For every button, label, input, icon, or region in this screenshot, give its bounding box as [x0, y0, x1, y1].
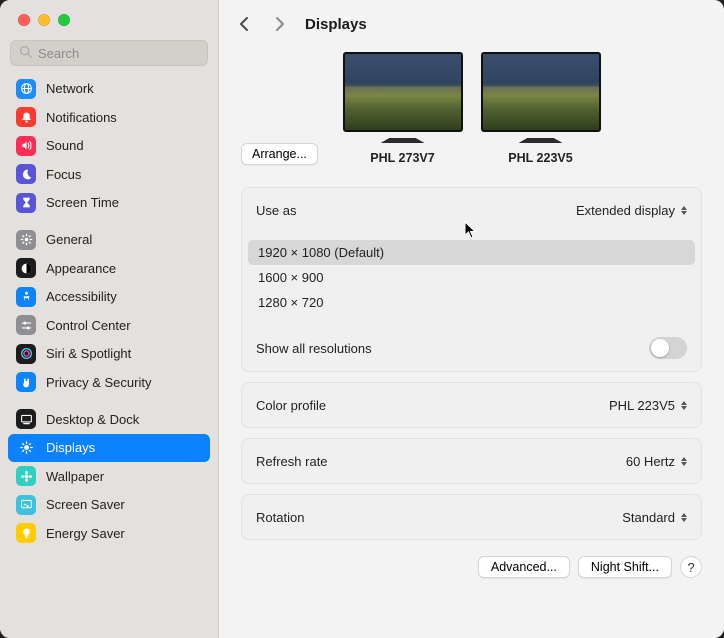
- close-window-button[interactable]: [18, 14, 30, 26]
- sidebar-item-notifications[interactable]: Notifications: [8, 103, 210, 131]
- refresh-rate-row[interactable]: Refresh rate 60 Hertz: [242, 439, 701, 483]
- refresh-rate-select[interactable]: 60 Hertz: [626, 454, 687, 469]
- color-profile-row[interactable]: Color profile PHL 223V5: [242, 383, 701, 427]
- resolution-option[interactable]: 1280 × 720: [248, 290, 695, 315]
- display-label: PHL 223V5: [508, 151, 572, 165]
- sidebar-item-screen-saver[interactable]: Screen Saver: [8, 491, 210, 519]
- sidebar-item-privacy-security[interactable]: Privacy & Security: [8, 368, 210, 396]
- arrange-button[interactable]: Arrange...: [241, 143, 318, 165]
- page-title: Displays: [305, 16, 367, 33]
- speaker-icon: [16, 136, 36, 156]
- help-button[interactable]: ?: [680, 556, 702, 578]
- resolution-list: 1920 × 1080 (Default)1600 × 9001280 × 72…: [242, 232, 701, 325]
- flower-icon: [16, 466, 36, 486]
- sidebar-item-appearance[interactable]: Appearance: [8, 254, 210, 282]
- resolution-option[interactable]: 1920 × 1080 (Default): [248, 240, 695, 265]
- sidebar-item-label: Displays: [46, 440, 95, 455]
- sidebar-item-label: Network: [46, 81, 94, 96]
- sidebar-item-label: Notifications: [46, 110, 117, 125]
- back-button[interactable]: [233, 13, 255, 35]
- main-pane: Displays Arrange... PHL 273V7 PHL 223V5: [219, 0, 724, 638]
- color-profile-label: Color profile: [256, 398, 326, 413]
- display-label: PHL 273V7: [370, 151, 434, 165]
- show-all-resolutions-row: Show all resolutions: [242, 325, 701, 371]
- sidebar-item-label: Control Center: [46, 318, 131, 333]
- sliders-icon: [16, 315, 36, 335]
- sidebar-item-desktop-dock[interactable]: Desktop & Dock: [8, 405, 210, 433]
- dock-icon: [16, 409, 36, 429]
- sidebar-item-screen-time[interactable]: Screen Time: [8, 189, 210, 217]
- display-item-selected[interactable]: PHL 223V5: [481, 52, 601, 165]
- screensaver-icon: [16, 495, 36, 515]
- sun-icon: [16, 438, 36, 458]
- color-profile-select[interactable]: PHL 223V5: [609, 398, 687, 413]
- sidebar-item-label: Wallpaper: [46, 469, 104, 484]
- sidebar-item-accessibility[interactable]: Accessibility: [8, 283, 210, 311]
- sidebar: Network Notifications Sound Focus Screen Tim…: [0, 0, 219, 638]
- sidebar-item-network[interactable]: Network: [8, 75, 210, 103]
- display-item[interactable]: PHL 273V7: [343, 52, 463, 165]
- monitor-thumbnail-icon: [481, 52, 601, 132]
- sidebar-item-label: Accessibility: [46, 289, 117, 304]
- advanced-button[interactable]: Advanced...: [478, 556, 570, 578]
- show-all-resolutions-label: Show all resolutions: [256, 341, 372, 356]
- sidebar-item-label: Energy Saver: [46, 526, 125, 541]
- moon-icon: [16, 164, 36, 184]
- bulb-icon: [16, 523, 36, 543]
- search-input[interactable]: [38, 46, 199, 61]
- globe-icon: [16, 79, 36, 99]
- sidebar-item-siri-spotlight[interactable]: Siri & Spotlight: [8, 340, 210, 368]
- chevron-up-down-icon: [681, 457, 687, 466]
- sidebar-item-energy-saver[interactable]: Energy Saver: [8, 519, 210, 547]
- sidebar-item-label: Siri & Spotlight: [46, 346, 131, 361]
- rotation-row[interactable]: Rotation Standard: [242, 495, 701, 539]
- rotation-label: Rotation: [256, 510, 304, 525]
- sidebar-item-label: General: [46, 232, 92, 247]
- sidebar-item-label: Focus: [46, 167, 81, 182]
- magnifying-glass-icon: [19, 45, 32, 61]
- sidebar-item-label: Screen Time: [46, 195, 119, 210]
- window-controls: [0, 0, 218, 40]
- refresh-rate-label: Refresh rate: [256, 454, 328, 469]
- search-field[interactable]: [10, 40, 208, 66]
- chevron-up-down-icon: [681, 513, 687, 522]
- resolution-option[interactable]: 1600 × 900: [248, 265, 695, 290]
- sidebar-nav: Network Notifications Sound Focus Screen Tim…: [0, 74, 218, 638]
- sidebar-item-sound[interactable]: Sound: [8, 132, 210, 160]
- sidebar-item-label: Desktop & Dock: [46, 412, 139, 427]
- bell-icon: [16, 107, 36, 127]
- displays-row: Arrange... PHL 273V7 PHL 223V5: [241, 52, 702, 165]
- sidebar-item-label: Appearance: [46, 261, 116, 276]
- sidebar-item-control-center[interactable]: Control Center: [8, 311, 210, 339]
- chevron-up-down-icon: [681, 206, 687, 215]
- zoom-window-button[interactable]: [58, 14, 70, 26]
- use-as-row[interactable]: Use as Extended display: [242, 188, 701, 232]
- use-as-select[interactable]: Extended display: [576, 203, 687, 218]
- monitor-thumbnail-icon: [343, 52, 463, 132]
- minimize-window-button[interactable]: [38, 14, 50, 26]
- night-shift-button[interactable]: Night Shift...: [578, 556, 672, 578]
- hand-icon: [16, 372, 36, 392]
- sidebar-item-general[interactable]: General: [8, 226, 210, 254]
- titlebar: Displays: [219, 0, 724, 46]
- sidebar-item-wallpaper[interactable]: Wallpaper: [8, 462, 210, 490]
- siri-icon: [16, 344, 36, 364]
- sidebar-item-label: Screen Saver: [46, 497, 125, 512]
- sidebar-item-focus[interactable]: Focus: [8, 160, 210, 188]
- appearance-icon: [16, 258, 36, 278]
- forward-button[interactable]: [269, 13, 291, 35]
- show-all-resolutions-toggle[interactable]: [649, 337, 687, 359]
- sidebar-item-label: Sound: [46, 138, 84, 153]
- access-icon: [16, 287, 36, 307]
- rotation-select[interactable]: Standard: [622, 510, 687, 525]
- use-as-label: Use as: [256, 203, 296, 218]
- gear-icon: [16, 230, 36, 250]
- chevron-up-down-icon: [681, 401, 687, 410]
- sidebar-item-displays[interactable]: Displays: [8, 434, 210, 462]
- sidebar-item-label: Privacy & Security: [46, 375, 151, 390]
- hourglass-icon: [16, 193, 36, 213]
